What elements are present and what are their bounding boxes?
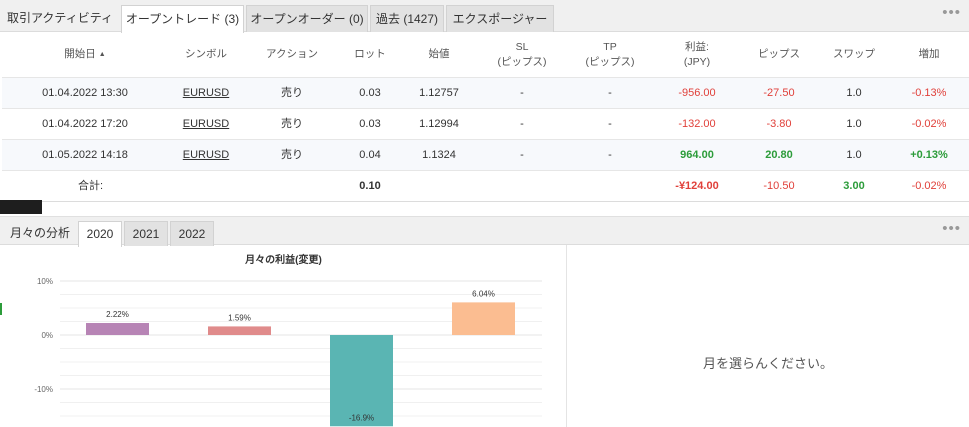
cell-swap: 1.0 (846, 148, 862, 161)
tab-open-trades[interactable]: オープントレード (3) (121, 5, 244, 33)
bar-value-label: 6.04% (472, 289, 495, 298)
column-header-tp[interactable]: TP (ピップス) (568, 32, 652, 77)
cell-lots: 0.03 (359, 86, 381, 99)
cell-lots: 0.04 (359, 148, 381, 161)
cell-open-date: 01.05.2022 14:18 (42, 148, 128, 161)
cell-pips: 20.80 (765, 148, 793, 161)
cell-tp: - (608, 117, 612, 130)
bar-value-label: 2.22% (106, 310, 129, 319)
tab-year-2020[interactable]: 2020 (78, 221, 122, 247)
cell-open-date: 01.04.2022 13:30 (42, 86, 128, 99)
chart-canvas: 10% 0% -10% 2.22% 1.59% -16.9% 6.04% (34, 277, 542, 427)
y-tick-label: 0% (41, 331, 53, 340)
y-tick-label: 10% (37, 277, 53, 286)
column-header-profit[interactable]: 利益: (JPY) (657, 32, 737, 77)
cell-profit: 964.00 (680, 148, 714, 161)
cell-pips: -3.80 (766, 117, 792, 130)
total-label: 合計: (78, 179, 104, 192)
cell-swap: 1.0 (846, 117, 862, 130)
y-tick-label: -10% (34, 385, 53, 394)
cell-tp: - (608, 86, 612, 99)
cell-swap: 1.0 (846, 86, 862, 99)
bar-value-label: 1.59% (228, 313, 251, 322)
tab-open-orders[interactable]: オープンオーダー (0) (246, 5, 368, 32)
cell-action: 売り (281, 86, 303, 99)
chart-bar (86, 323, 149, 335)
cell-open-date: 01.04.2022 17:20 (42, 117, 128, 130)
cell-symbol: EURUSD (162, 78, 250, 108)
monthly-tab-bar: 月々の分析 2020 2021 2022 ••• (0, 216, 969, 247)
cell-sl: - (520, 86, 524, 99)
cell-action: 売り (281, 117, 303, 130)
cell-pips: -27.50 (763, 86, 795, 99)
column-header-open-price[interactable]: 始値 (401, 32, 477, 77)
cell-sl: - (520, 117, 524, 130)
column-header-swap[interactable]: スワップ (814, 32, 894, 77)
column-header-symbol[interactable]: シンボル (162, 32, 250, 77)
tab-monthly-analysis[interactable]: 月々の分析 (4, 221, 76, 246)
dark-edge-strip (0, 200, 42, 214)
column-header-lots[interactable]: ロット (340, 32, 400, 77)
cell-action: 売り (281, 148, 303, 161)
open-trades-table: 開始日 ▲ シンボル アクション ロット 始値 SL (ピップス) TP (ピップス)… (2, 32, 969, 202)
total-lots: 0.10 (359, 179, 381, 192)
cell-gain: +0.13% (910, 148, 948, 161)
total-pips: -10.50 (763, 179, 795, 192)
table-row[interactable]: 01.04.2022 17:20 EURUSD 売り 0.03 1.12994 … (2, 109, 969, 140)
tab-history[interactable]: 過去 (1427) (370, 5, 444, 32)
table-header: 開始日 ▲ シンボル アクション ロット 始値 SL (ピップス) TP (ピップス)… (2, 32, 969, 78)
cell-open-price: 1.12994 (419, 117, 459, 130)
tab-exposure[interactable]: エクスポージャー (446, 5, 554, 32)
column-header-action[interactable]: アクション (247, 32, 337, 77)
column-header-gain[interactable]: 増加 (890, 32, 968, 77)
column-header-open-date[interactable]: 開始日 ▲ (30, 32, 140, 77)
symbol-link[interactable]: EURUSD (183, 148, 229, 163)
table-total-row: 合計: 0.10 -¥124.00 -10.50 3.00 -0.02% (2, 171, 969, 202)
select-month-message: 月を選らんください。 (702, 356, 833, 371)
monthly-profit-chart: 月々の利益(変更) 10% 0% -10% 2.22% 1.59% -16.9% 6.04% (0, 245, 567, 427)
column-header-sl[interactable]: SL (ピップス) (480, 32, 564, 77)
cell-symbol: EURUSD (162, 109, 250, 139)
cell-symbol: EURUSD (162, 140, 250, 170)
cell-gain: -0.13% (911, 86, 947, 99)
chart-bar (452, 302, 515, 335)
tab-year-2021[interactable]: 2021 (124, 221, 168, 246)
cell-profit: -956.00 (678, 86, 716, 99)
more-options-icon[interactable]: ••• (942, 5, 961, 20)
cell-lots: 0.03 (359, 117, 381, 130)
table-row[interactable]: 01.05.2022 14:18 EURUSD 売り 0.04 1.1324 -… (2, 140, 969, 171)
cell-profit: -132.00 (678, 117, 716, 130)
total-swap: 3.00 (843, 179, 865, 192)
column-header-pips[interactable]: ピップス (740, 32, 818, 77)
symbol-link[interactable]: EURUSD (183, 86, 229, 101)
tab-year-2022[interactable]: 2022 (170, 221, 214, 246)
green-edge-marker (0, 303, 2, 315)
cell-open-price: 1.12757 (419, 86, 459, 99)
cell-open-price: 1.1324 (422, 148, 456, 161)
cell-gain: -0.02% (911, 117, 947, 130)
table-row[interactable]: 01.04.2022 13:30 EURUSD 売り 0.03 1.12757 … (2, 78, 969, 109)
sort-ascending-icon: ▲ (98, 51, 106, 58)
cell-sl: - (520, 148, 524, 161)
total-profit: -¥124.00 (675, 179, 719, 192)
trade-tab-bar: 取引アクティビティ オープントレード (3) オープンオーダー (0) 過去 (… (0, 0, 969, 33)
tab-trading-activity[interactable]: 取引アクティビティ (2, 5, 118, 32)
total-gain: -0.02% (911, 179, 947, 192)
month-detail-pane: 月を選らんください。 (567, 245, 969, 427)
chart-bar (208, 326, 271, 335)
bar-value-label: -16.9% (349, 413, 374, 422)
cell-tp: - (608, 148, 612, 161)
monthly-more-options-icon[interactable]: ••• (942, 221, 961, 236)
symbol-link[interactable]: EURUSD (183, 117, 229, 132)
